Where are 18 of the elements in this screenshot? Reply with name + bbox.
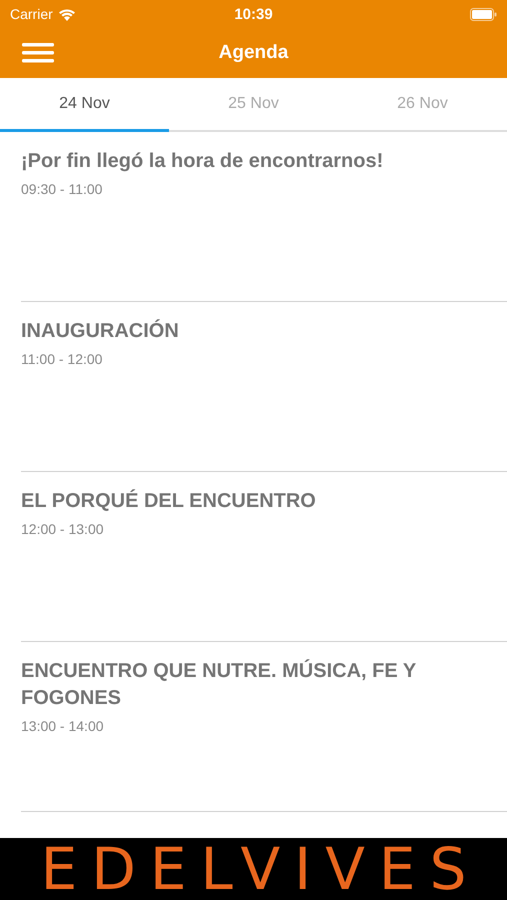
- session-time: 13:00 - 14:00: [21, 718, 105, 734]
- clock-time: 10:39: [233, 6, 274, 22]
- battery-icon: [470, 8, 497, 20]
- session-title[interactable]: EL PORQUÉ DEL ENCUENTRO: [21, 488, 441, 515]
- session-title[interactable]: INAUGURACIÓN: [21, 318, 441, 345]
- wifi-icon: [58, 8, 76, 20]
- session-title[interactable]: ¡Por fin llegó la hora de encontrarnos!: [21, 148, 441, 175]
- session-time: 12:00 - 13:00: [21, 521, 105, 537]
- carrier-name: Carrier: [10, 6, 53, 22]
- session-title[interactable]: ENCUENTRO QUE NUTRE. MÚSICA, FE Y FOGONES: [21, 658, 441, 712]
- date-tab[interactable]: 24 Nov: [0, 78, 169, 132]
- session-time: 09:30 - 11:00: [21, 181, 104, 197]
- date-tab[interactable]: 26 Nov: [338, 78, 507, 132]
- date-tab[interactable]: 25 Nov: [169, 78, 338, 132]
- session-time: 11:00 - 12:00: [21, 351, 104, 367]
- screen-title: Agenda: [218, 42, 288, 64]
- menu-icon[interactable]: [22, 42, 54, 64]
- brand-logo: EDELVIVES: [40, 839, 480, 899]
